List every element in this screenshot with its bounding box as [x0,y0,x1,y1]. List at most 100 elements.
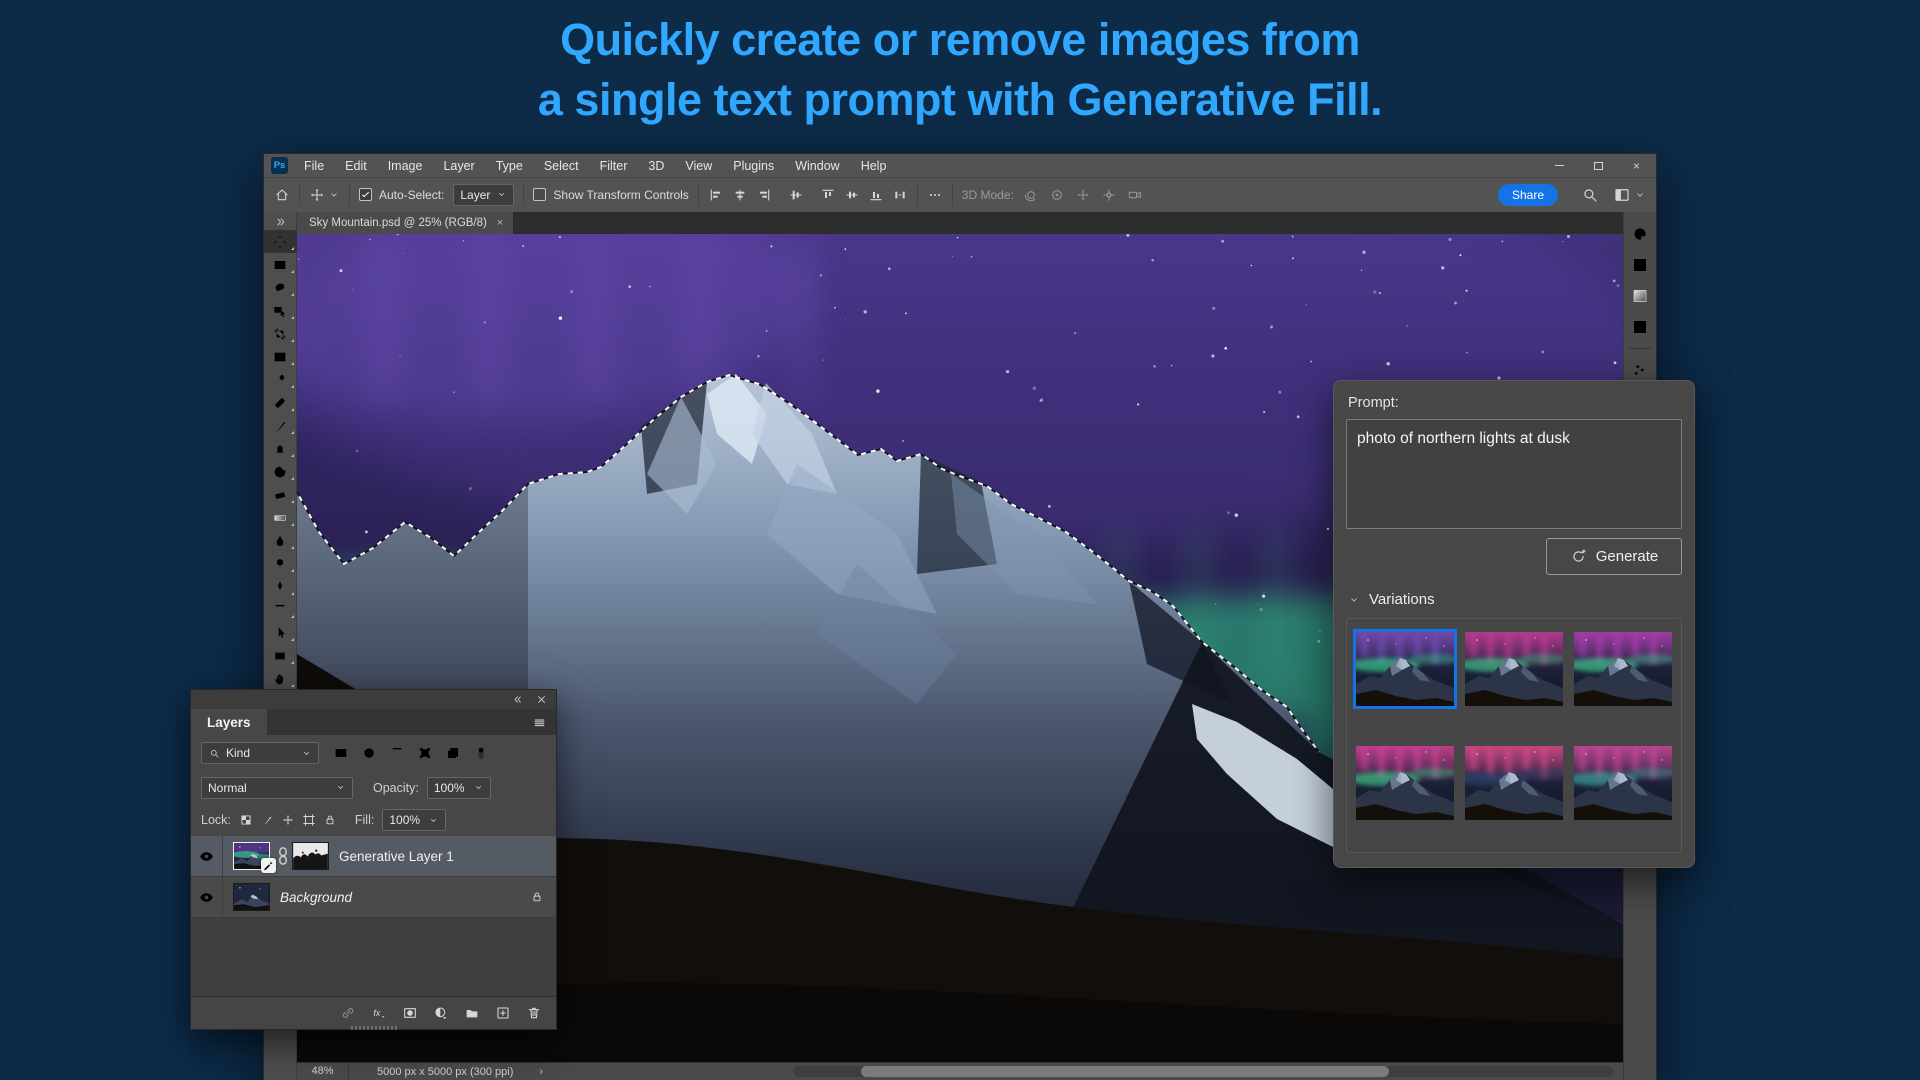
tab-close-icon[interactable]: × [497,217,503,229]
align-vertical-centers-icon[interactable] [788,187,804,203]
auto-select-checkbox[interactable]: Auto-Select: [359,188,444,202]
align-horizontal-centers-icon[interactable] [732,187,748,203]
patterns-panel-icon[interactable] [1628,315,1652,339]
swatches-panel-icon[interactable] [1628,253,1652,277]
clone-stamp-tool[interactable] [264,437,297,460]
collapse-panel-icon[interactable] [512,693,525,706]
layer-visibility-toggle[interactable] [191,877,223,917]
workspace-switcher[interactable] [1613,186,1646,204]
menu-image[interactable]: Image [388,159,423,173]
menu-type[interactable]: Type [496,159,523,173]
menu-edit[interactable]: Edit [345,159,367,173]
more-options-icon[interactable] [927,187,943,203]
hand-tool[interactable] [264,667,297,690]
menu-window[interactable]: Window [795,159,839,173]
new-layer-icon[interactable] [495,1005,511,1021]
object-selection-tool[interactable] [264,299,297,322]
shape-tool[interactable] [264,644,297,667]
tab-layers[interactable]: Layers [191,709,267,735]
menu-layer[interactable]: Layer [443,159,474,173]
eyedropper-tool[interactable] [264,368,297,391]
layer-thumbnail[interactable] [233,883,270,911]
zoom-level-field[interactable]: 48% [297,1063,349,1080]
color-panel-icon[interactable] [1628,222,1652,246]
orbit-3d-camera-icon[interactable] [1023,187,1039,203]
toolbar-expand-icon[interactable] [273,214,287,230]
variation-thumbnail-4[interactable] [1356,746,1454,820]
move-tool[interactable] [264,230,297,253]
marquee-tool[interactable] [264,253,297,276]
close-button[interactable]: × [1633,160,1640,172]
eraser-tool[interactable] [264,483,297,506]
lock-transparency-icon[interactable] [239,813,253,827]
history-brush-tool[interactable] [264,460,297,483]
adjustment-layers-filter-icon[interactable] [357,742,381,764]
layer-thumbnail[interactable] [233,842,270,870]
menu-help[interactable]: Help [861,159,887,173]
status-chevron-icon[interactable]: › [513,1066,543,1078]
distribute-spacing-icon[interactable] [892,187,908,203]
filter-kind-dropdown[interactable]: Kind [201,742,319,764]
crop-tool[interactable] [264,322,297,345]
distribute-bottom-edges-icon[interactable] [868,187,884,203]
gradient-tool[interactable] [264,506,297,529]
smart-object-filter-icon[interactable] [441,742,465,764]
new-adjustment-layer-icon[interactable] [433,1005,449,1021]
pan-3d-camera-icon[interactable] [1075,187,1091,203]
opacity-field[interactable]: 100% [427,777,491,799]
mask-link-icon[interactable] [276,847,290,865]
menu-view[interactable]: View [685,159,712,173]
add-layer-mask-icon[interactable] [402,1005,418,1021]
lock-position-icon[interactable] [281,813,295,827]
blend-mode-dropdown[interactable]: Normal [201,777,353,799]
maximize-button[interactable] [1594,162,1603,170]
close-panel-icon[interactable] [535,693,548,706]
layer-row-2[interactable]: Background [191,877,556,918]
filter-toggle-icon[interactable] [469,742,493,764]
lock-all-icon[interactable] [323,813,337,827]
share-button[interactable]: Share [1498,184,1558,206]
distribute-vertical-centers-icon[interactable] [844,187,860,203]
delete-layer-icon[interactable] [526,1005,542,1021]
layer-mask-thumbnail[interactable] [292,842,329,870]
pixel-layers-filter-icon[interactable] [329,742,353,764]
panel-resize-grip[interactable] [351,1026,397,1030]
healing-brush-tool[interactable] [264,391,297,414]
slide-3d-camera-icon[interactable] [1101,187,1117,203]
move-tool-preset[interactable] [309,187,340,203]
menu-plugins[interactable]: Plugins [733,159,774,173]
variation-thumbnail-3[interactable] [1574,632,1672,706]
link-layers-icon[interactable] [340,1005,356,1021]
variation-thumbnail-6[interactable] [1574,746,1672,820]
scrollbar-thumb[interactable] [861,1066,1389,1077]
menu-3d[interactable]: 3D [648,159,664,173]
layer-row-1[interactable]: Generative Layer 1 [191,836,556,877]
frame-tool[interactable] [264,345,297,368]
path-selection-tool[interactable] [264,621,297,644]
auto-select-target-dropdown[interactable]: Layer [453,184,514,206]
align-left-edges-icon[interactable] [708,187,724,203]
document-tab[interactable]: Sky Mountain.psd @ 25% (RGB/8) × [297,212,513,234]
align-right-edges-icon[interactable] [756,187,772,203]
blur-tool[interactable] [264,529,297,552]
menu-select[interactable]: Select [544,159,579,173]
shape-layers-filter-icon[interactable] [413,742,437,764]
generate-button[interactable]: Generate [1546,538,1682,575]
search-icon[interactable] [1581,186,1599,204]
roll-3d-camera-icon[interactable] [1049,187,1065,203]
move-3d-camera-icon[interactable] [1127,187,1143,203]
show-transform-checkbox[interactable]: Show Transform Controls [533,188,688,202]
dodge-tool[interactable] [264,552,297,575]
horizontal-scrollbar[interactable] [793,1066,1613,1077]
menu-filter[interactable]: Filter [600,159,628,173]
prompt-input[interactable]: photo of northern lights at dusk [1346,419,1682,529]
variations-header[interactable]: Variations [1348,591,1682,608]
layer-effects-icon[interactable]: fx [371,1005,387,1021]
fill-field[interactable]: 100% [382,809,446,831]
variation-thumbnail-5[interactable] [1465,746,1563,820]
home-icon[interactable] [274,187,290,203]
gradients-panel-icon[interactable] [1628,284,1652,308]
new-group-icon[interactable] [464,1005,480,1021]
distribute-top-edges-icon[interactable] [820,187,836,203]
variation-thumbnail-1[interactable] [1356,632,1454,706]
